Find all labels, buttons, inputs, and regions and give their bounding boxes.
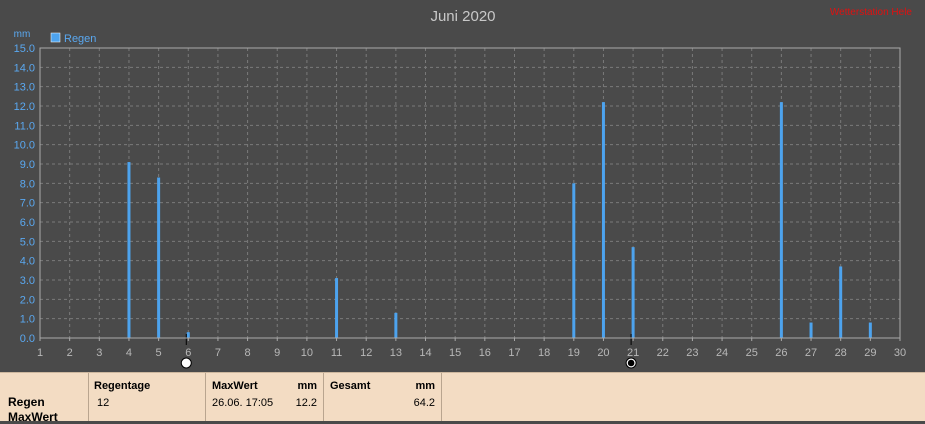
rain-bar [601,102,605,338]
maxwert-header: MaxWert [212,380,258,392]
y-tick-label: 13.0 [14,82,35,94]
y-tick-label: 3.0 [20,275,35,287]
y-tick-label: 7.0 [20,198,35,210]
x-tick-label: 21 [627,347,639,359]
gesamt-unit: mm [415,380,435,392]
x-tick-label: 27 [805,347,817,359]
y-tick-label: 11.0 [14,120,35,132]
x-tick-label: 29 [864,347,876,359]
y-tick-label: 14.0 [14,62,35,74]
x-tick-label: 23 [686,347,698,359]
x-tick-label: 4 [126,347,132,359]
x-tick-label: 10 [301,347,313,359]
y-axis-unit: mm [14,29,31,40]
maxwert-unit: mm [297,380,317,392]
rain-bar [157,177,161,338]
x-tick-label: 6 [185,347,191,359]
x-tick-label: 25 [746,347,758,359]
y-tick-label: 4.0 [20,256,35,268]
gesamt-header: Gesamt [330,380,371,392]
chart-title: Juni 2020 [430,8,495,25]
y-tick-label: 9.0 [20,159,35,171]
x-tick-label: 1 [37,347,43,359]
x-tick-label: 26 [775,347,787,359]
plot-frame [39,47,901,339]
new-moon-icon-fill [627,359,635,367]
maxwert-cell: MaxWert mm 26.06. 17:05 12.2 [206,373,324,421]
x-tick-label: 2 [67,347,73,359]
rain-bar [868,322,872,338]
rain-chart: Juni 2020 Wetterstation Hele mm Regen 0.… [14,7,913,369]
x-tick-label: 19 [568,347,580,359]
full-moon-icon [180,357,192,369]
summary-label-column [0,373,89,421]
x-tick-label: 18 [538,347,550,359]
y-tick-label: 10.0 [14,140,35,152]
x-tick-label: 9 [274,347,280,359]
x-tick-label: 22 [657,347,669,359]
rain-bar [394,312,398,338]
y-tick-label: 12.0 [14,101,35,113]
y-tick-label: 6.0 [20,217,35,229]
summary-table: Regen MaxWert Regentage 12 MaxWert mm 26… [0,372,925,424]
x-tick-label: 24 [716,347,728,359]
rain-bar [809,322,813,338]
rain-bar [572,183,576,338]
legend-label: Regen [64,33,96,45]
x-tick-label: 15 [449,347,461,359]
x-tick-label: 7 [215,347,221,359]
x-tick-label: 30 [894,347,906,359]
y-tick-label: 1.0 [20,314,35,326]
regentage-header: Regentage [94,380,151,392]
x-tick-label: 8 [245,347,251,359]
maxwert-value: 12.2 [295,397,317,409]
y-tick-label: 15.0 [14,43,35,55]
y-tick-label: 0.0 [20,333,35,345]
x-tick-label: 13 [390,347,402,359]
rain-bar [779,102,783,338]
maxwert-time: 26.06. 17:05 [212,397,274,409]
regentage-cell: Regentage 12 [89,373,206,421]
watermark-text: Wetterstation Hele [830,7,913,18]
rain-bar [335,278,339,338]
regentage-value: 12 [97,397,110,409]
x-tick-label: 28 [835,347,847,359]
x-tick-label: 11 [331,347,342,359]
gesamt-cell: Gesamt mm 64.2 [324,373,442,421]
x-tick-label: 12 [360,347,372,359]
rain-bar [839,266,843,338]
x-tick-label: 17 [508,347,520,359]
rain-bar [631,247,635,338]
gesamt-value: 64.2 [413,397,435,409]
x-tick-label: 16 [479,347,491,359]
legend-swatch [50,32,61,43]
y-tick-label: 5.0 [20,236,35,248]
x-tick-label: 14 [419,347,431,359]
rain-bar [127,162,131,338]
x-tick-label: 5 [156,347,162,359]
x-tick-label: 3 [96,347,102,359]
x-tick-label: 20 [597,347,609,359]
y-tick-label: 8.0 [20,178,35,190]
y-tick-label: 2.0 [20,294,35,306]
rain-bar [186,332,190,338]
